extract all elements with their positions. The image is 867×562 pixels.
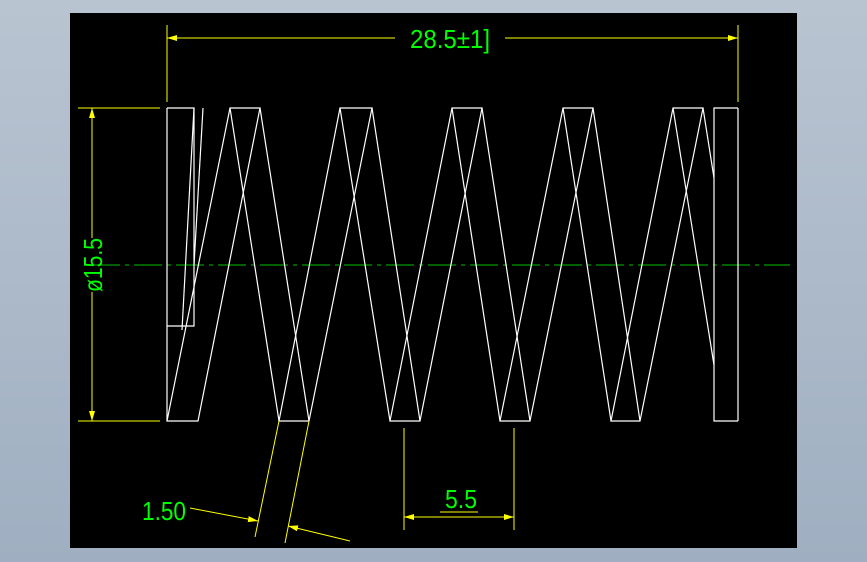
wire-leader <box>189 507 259 523</box>
wire-dim-right <box>287 525 351 542</box>
drawing-viewport[interactable]: 28.5±1] ø15.5 5.5 1.50 <box>70 13 797 548</box>
pitch-dimension-text: 5.5 <box>445 484 477 514</box>
left-end-coil <box>167 107 195 327</box>
spring-drawing: 28.5±1] ø15.5 5.5 1.50 <box>78 24 790 544</box>
wire-diameter-text: 1.50 <box>142 496 186 526</box>
diameter-dimension-text: ø15.5 <box>78 238 108 292</box>
wire-ext-1 <box>254 420 280 538</box>
wire-ext-2 <box>284 420 310 544</box>
length-dimension-text: 28.5±1] <box>410 24 490 54</box>
dimension-lines <box>78 25 739 544</box>
